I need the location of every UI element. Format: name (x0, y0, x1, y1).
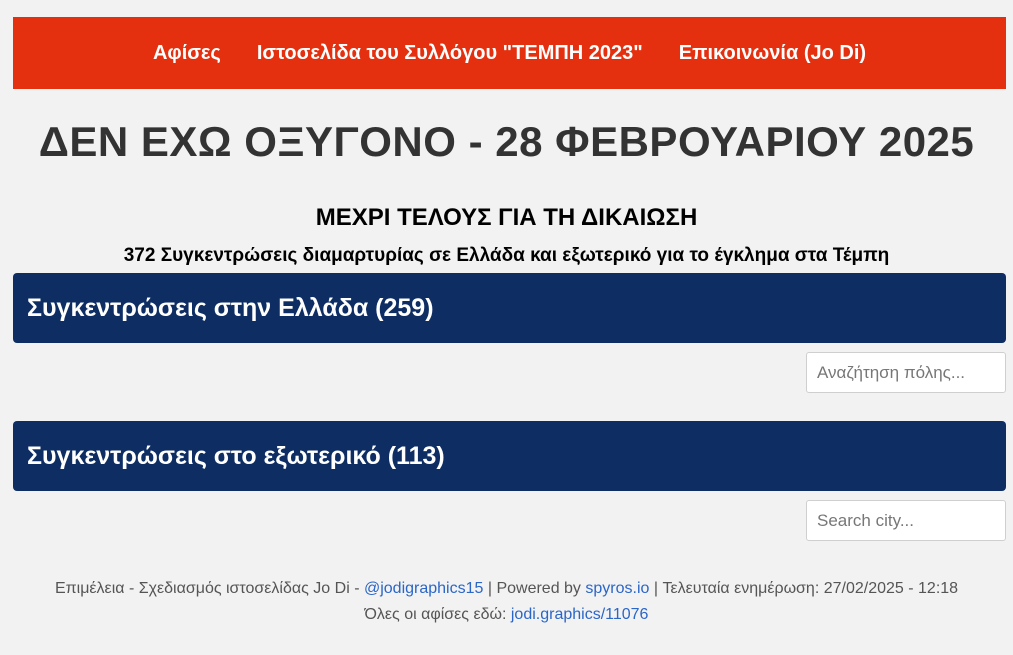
footer-credit-text: Επιμέλεια - Σχεδιασμός ιστοσελίδας Jo Di… (54, 580, 364, 597)
search-city-abroad-input[interactable] (806, 500, 1006, 541)
section-abroad-title: Συγκεντρώσεις στο εξωτερικό (113) (27, 441, 445, 470)
footer-powered-text: | Powered by (483, 580, 586, 597)
footer-link-jodigraphics[interactable]: @jodigraphics15 (364, 580, 483, 597)
footer-link-posters[interactable]: jodi.graphics/11076 (511, 606, 649, 623)
footer-posters-text: Όλες οι αφίσες εδώ: (364, 606, 511, 623)
page-title: ΔΕΝ ΕΧΩ ΟΞΥΓΟΝΟ - 28 ΦΕΒΡΟΥΑΡΙΟΥ 2025 (38, 118, 975, 165)
page-subtitle: ΜΕΧΡΙ ΤΕΛΟΥΣ ΓΙΑ ΤΗ ΔΙΚΑΙΩΣΗ (315, 204, 698, 231)
top-navigation: Αφίσες Ιστοσελίδα του Συλλόγου "ΤΕΜΠΗ 20… (13, 17, 1006, 89)
footer-credits: Επιμέλεια - Σχεδιασμός ιστοσελίδας Jo Di… (0, 580, 1013, 598)
footer-link-spyros[interactable]: spyros.io (585, 580, 649, 597)
search-city-greece-input[interactable] (806, 352, 1006, 393)
footer-updated-text: | Τελευταία ενημέρωση: 27/02/2025 - 12:1… (649, 580, 959, 597)
section-greece-header[interactable]: Συγκεντρώσεις στην Ελλάδα (259) (13, 273, 1006, 343)
page-lead-text: 372 Συγκεντρώσεις διαμαρτυρίας σε Ελλάδα… (123, 245, 890, 266)
nav-link-contact[interactable]: Επικοινωνία (Jo Di) (679, 42, 866, 65)
nav-link-posters[interactable]: Αφίσες (153, 42, 221, 65)
section-abroad-header[interactable]: Συγκεντρώσεις στο εξωτερικό (113) (13, 421, 1006, 491)
footer-posters: Όλες οι αφίσες εδώ: jodi.graphics/11076 (0, 606, 1013, 624)
nav-link-association-website[interactable]: Ιστοσελίδα του Συλλόγου "ΤΕΜΠΗ 2023" (257, 42, 643, 65)
section-greece-title: Συγκεντρώσεις στην Ελλάδα (259) (27, 293, 434, 322)
